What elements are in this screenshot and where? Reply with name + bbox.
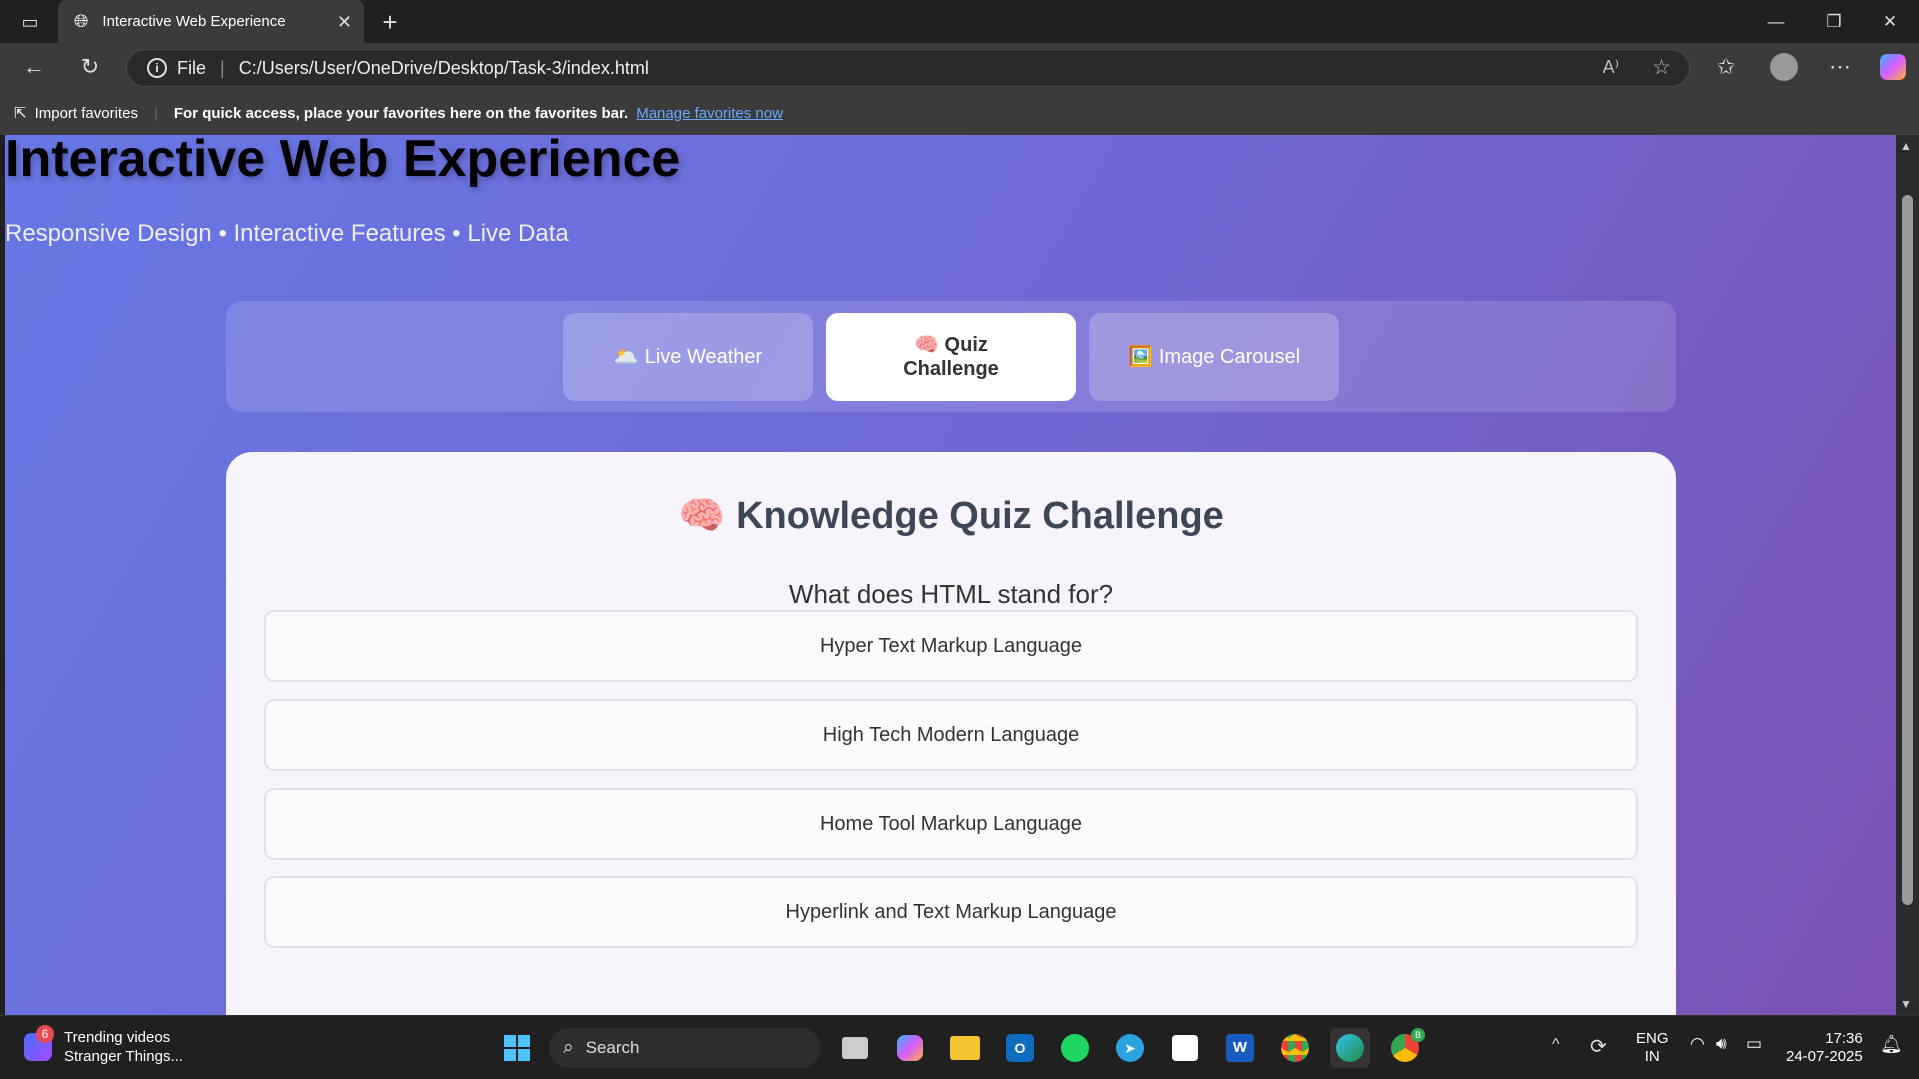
quiz-title: 🧠 Knowledge Quiz Challenge [226,494,1676,538]
search-icon: ⌕ [563,1037,574,1058]
restore-icon[interactable]: ❐ [1805,0,1863,43]
file-explorer-icon[interactable] [950,1036,980,1060]
favorites-icon[interactable]: ✩ [1706,47,1746,87]
word-icon[interactable]: W [1226,1034,1254,1062]
tab-image-carousel[interactable]: 🖼️ Image Carousel [1089,313,1339,401]
quiz-title-text: Knowledge Quiz Challenge [736,495,1224,537]
task-view-icon[interactable] [842,1037,868,1059]
wifi-icon[interactable]: ◠ [1690,1034,1705,1054]
quiz-option[interactable]: Hyper Text Markup Language [264,610,1638,682]
weather-icon: 🌥️ [613,346,639,368]
widget-badge: 6 [36,1025,54,1043]
news-widget[interactable]: 6 Trending videos Stranger Things... [24,1025,183,1066]
taskbar: 6 Trending videos Stranger Things... ⌕ S… [0,1015,1919,1079]
edge-icon[interactable] [1336,1034,1364,1062]
clock[interactable]: 17:36 24-07-2025 [1786,1030,1863,1066]
store-icon[interactable] [1172,1035,1198,1061]
brain-icon: 🧠 [678,495,726,537]
profile-avatar[interactable] [1770,53,1798,81]
url-scheme: File [177,57,207,78]
import-icon: ⇱ [14,105,27,122]
import-favorites[interactable]: Import favorites [35,105,138,122]
close-window-icon[interactable]: ✕ [1861,0,1919,43]
tab-label-line2: Challenge [903,358,999,380]
scrollbar-thumb[interactable] [1902,195,1913,905]
language-indicator[interactable]: ENG IN [1636,1030,1669,1066]
copilot-taskbar-icon[interactable] [897,1035,923,1061]
copilot-icon[interactable] [1880,54,1906,80]
new-tab-icon[interactable]: + [370,2,410,42]
site-info-icon[interactable]: i [147,58,167,78]
widget-icon: 6 [24,1025,54,1061]
url-separator: | [220,57,225,78]
tab-label-line1: Quiz [944,334,988,356]
tab-label: Live Weather [644,346,763,368]
tab-bar: ▭ 🌐︎ Interactive Web Experience ✕ + — ❐ … [0,0,1919,43]
clock-date: 24-07-2025 [1786,1048,1863,1065]
scroll-down-icon[interactable]: ▼ [1900,997,1912,1011]
notification-icon[interactable]: 🔔︎ [1880,1034,1903,1055]
image-icon: 🖼️ [1127,346,1153,368]
quiz-question: What does HTML stand for? [788,579,1114,609]
quiz-card: 🧠 Knowledge Quiz Challenge What does HTM… [226,452,1676,1015]
sync-icon[interactable]: ⟳ [1590,1034,1607,1059]
globe-icon: 🌐︎ [74,11,89,31]
outlook-icon[interactable]: O [1006,1034,1034,1062]
quiz-option[interactable]: High Tech Modern Language [264,699,1638,771]
page-viewport: Interactive Web Experience Responsive De… [5,135,1896,1015]
start-icon[interactable] [497,1028,537,1068]
tab-live-weather[interactable]: 🌥️ Live Weather [563,313,813,401]
read-aloud-icon[interactable]: A⁾ [1603,57,1619,78]
battery-icon[interactable]: ▭ [1746,1034,1762,1054]
page-title: Interactive Web Experience [5,135,681,188]
refresh-icon[interactable]: ↻ [70,47,110,87]
manage-favorites-link[interactable]: Manage favorites now [636,105,783,122]
address-bar[interactable]: i File | C:/Users/User/OneDrive/Desktop/… [126,49,1690,87]
taskbar-search[interactable]: ⌕ Search [549,1028,821,1068]
minimize-icon[interactable]: — [1747,0,1805,43]
lang-code: ENG [1636,1030,1669,1047]
more-options-icon[interactable]: ⋯ [1820,47,1860,87]
favorites-hint: For quick access, place your favorites h… [173,104,629,122]
quiz-option[interactable]: Hyperlink and Text Markup Language [264,876,1638,948]
page-scrollbar[interactable]: ▲ ▼ [1896,135,1919,1015]
close-tab-icon[interactable]: ✕ [337,12,352,33]
lang-region: IN [1644,1048,1660,1065]
favorites-bar: ⇱ Import favorites | For quick access, p… [0,91,1919,135]
tray-chevron-icon[interactable]: ^ [1552,1036,1560,1054]
clock-time: 17:36 [1825,1030,1863,1047]
page-subtitle: Responsive Design • Interactive Features… [5,220,569,247]
chrome-badge: B [1411,1028,1425,1042]
telegram-icon[interactable]: ➤ [1116,1034,1144,1062]
widget-title: Trending videos [64,1029,171,1046]
scroll-up-icon[interactable]: ▲ [1900,139,1912,153]
spotify-icon[interactable] [1061,1034,1089,1062]
back-arrow-icon[interactable]: ← [14,47,54,87]
widget-subtitle: Stranger Things... [64,1048,183,1065]
search-label: Search [585,1038,640,1057]
tab-title: Interactive Web Experience [102,13,286,30]
chrome-profile-icon[interactable]: B [1391,1028,1425,1062]
brain-icon: 🧠 [914,334,939,356]
favorite-star-icon[interactable]: ☆ [1652,55,1671,80]
browser-tab[interactable]: 🌐︎ Interactive Web Experience ✕ [58,0,364,43]
volume-icon[interactable]: 🔊︎ [1716,1034,1727,1054]
tab-actions-icon[interactable]: ▭ [10,2,50,42]
url-path: C:/Users/User/OneDrive/Desktop/Task-3/in… [238,57,649,78]
quiz-option[interactable]: Home Tool Markup Language [264,788,1638,860]
chrome-icon[interactable] [1281,1034,1309,1062]
tab-label: Image Carousel [1158,346,1301,368]
tab-quiz-challenge[interactable]: 🧠 Quiz Challenge [826,313,1076,401]
